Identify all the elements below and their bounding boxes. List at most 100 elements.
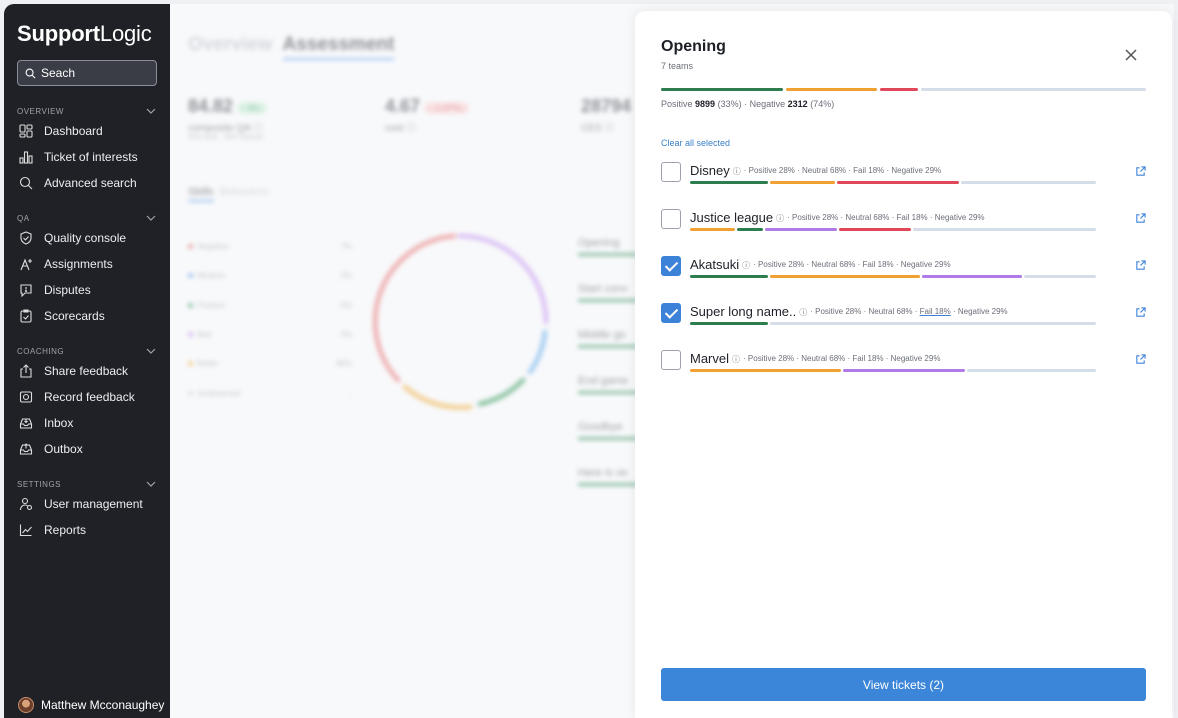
team-checkbox[interactable] — [661, 350, 681, 370]
sidebar-item-dashboard[interactable]: Dashboard — [4, 118, 170, 144]
view-tickets-button[interactable]: View tickets (2) — [661, 668, 1146, 701]
chevron-down-icon — [146, 108, 156, 114]
skill-subtabs: Skills Behaviors — [188, 186, 269, 202]
team-stats: · Positive 28% · Neutral 68% · Fail 18% … — [743, 354, 941, 363]
opening-panel: Opening 7 teams Positive 9899 (33%) · Ne… — [635, 11, 1172, 718]
reports-icon — [18, 522, 34, 538]
chevron-down-icon — [146, 215, 156, 221]
team-row: Marvel ⓘ · Positive 28% · Neutral 68% · Fa… — [661, 350, 1146, 380]
team-breakdown-bar — [690, 275, 1096, 278]
page-tabs: Overview Assessment — [188, 34, 395, 60]
chevron-down-icon — [146, 348, 156, 354]
sidebar-item-outbox[interactable]: Outbox — [4, 436, 170, 462]
legend-item: Better 86% — [188, 359, 352, 368]
brand-logo: SupportLogic — [17, 21, 152, 46]
section-header[interactable]: QA — [4, 211, 170, 225]
section-header[interactable]: COACHING — [4, 344, 170, 358]
legend-item: Unobserved - — [188, 389, 352, 398]
external-link-icon[interactable] — [1135, 213, 1146, 224]
camera-icon — [18, 389, 34, 405]
sidebar: SupportLogic Seach OVERVIEW Dashboard Ti… — [4, 4, 170, 718]
sidebar-item-disputes[interactable]: Disputes — [4, 277, 170, 303]
outbox-icon — [18, 441, 34, 457]
close-icon[interactable] — [1124, 48, 1138, 62]
info-icon[interactable]: ⓘ — [732, 354, 740, 365]
search-icon — [18, 175, 34, 191]
team-row: Akatsuki ⓘ · Positive 28% · Neutral 68% · … — [661, 256, 1146, 286]
team-breakdown-bar — [690, 322, 1096, 325]
team-name: Super long name.. — [690, 304, 797, 319]
fail-link[interactable]: Fail 18% — [920, 307, 951, 316]
sidebar-item-ticket-of-interests[interactable]: Ticket of interests — [4, 144, 170, 170]
chart-icon — [18, 149, 34, 165]
external-link-icon[interactable] — [1135, 354, 1146, 365]
shield-check-icon — [18, 230, 34, 246]
dashboard-icon — [18, 123, 34, 139]
user-profile[interactable]: Matthew Mcconaughey — [18, 697, 164, 713]
legend-item: Positive 5% — [188, 301, 352, 310]
team-checkbox[interactable] — [661, 162, 681, 182]
info-icon[interactable]: ⓘ — [733, 166, 741, 177]
tab-skills[interactable]: Skills — [188, 186, 214, 202]
panel-title: Opening — [661, 38, 726, 55]
chevron-down-icon — [146, 481, 156, 487]
info-icon[interactable]: ⓘ — [799, 307, 807, 318]
sidebar-section-overview: OVERVIEW Dashboard Ticket of interests A… — [4, 104, 170, 196]
legend-item: Bad 3% — [188, 330, 352, 339]
summary-bar — [661, 88, 1146, 91]
team-name: Justice league — [690, 210, 774, 225]
scorecard-icon — [18, 308, 34, 324]
external-link-icon[interactable] — [1135, 307, 1146, 318]
team-breakdown-bar — [690, 228, 1096, 231]
sidebar-item-share-feedback[interactable]: Share feedback — [4, 358, 170, 384]
tab-overview[interactable]: Overview — [188, 34, 273, 55]
team-row: Super long name.. ⓘ · Positive 28% · Neutr… — [661, 303, 1146, 333]
tab-assessment[interactable]: Assessment — [282, 34, 395, 60]
metric-ces: 28794 CES ⓘ — [581, 96, 632, 134]
sidebar-item-assignments[interactable]: Assignments — [4, 251, 170, 277]
info-icon[interactable]: ⓘ — [776, 213, 784, 224]
tab-behaviors[interactable]: Behaviors — [220, 186, 269, 198]
inbox-icon — [18, 415, 34, 431]
sidebar-item-scorecards[interactable]: Scorecards — [4, 303, 170, 329]
team-breakdown-bar — [690, 181, 1096, 184]
sidebar-item-record-feedback[interactable]: Record feedback — [4, 384, 170, 410]
sidebar-item-user-management[interactable]: User management — [4, 491, 170, 517]
metric-cost: 4.67 ↓ 2.37%↓ cost ⓘ — [385, 96, 470, 134]
team-stats: · Positive 28% · Neutral 68% · Fail 18% … — [787, 213, 985, 222]
search-icon — [25, 68, 36, 78]
avatar — [18, 697, 34, 713]
section-header[interactable]: SETTINGS — [4, 477, 170, 491]
legend-item: Negative 7% — [188, 242, 352, 251]
team-stats: · Positive 28% · Neutral 68% · Fail 18% … — [753, 260, 951, 269]
team-checkbox[interactable] — [661, 209, 681, 229]
section-header[interactable]: OVERVIEW — [4, 104, 170, 118]
legend-item: Medium 2% — [188, 271, 352, 280]
info-icon[interactable]: ⓘ — [742, 260, 750, 271]
team-breakdown-bar — [690, 369, 1096, 372]
clear-all-link[interactable]: Clear all selected — [661, 138, 730, 148]
team-row: Disney ⓘ · Positive 28% · Neutral 68% · Fa… — [661, 162, 1146, 192]
dispute-icon — [18, 282, 34, 298]
team-stats: · Positive 28% · Neutral 68% · Fail 18% … — [810, 307, 1008, 316]
sidebar-section-settings: SETTINGS User management Reports — [4, 477, 170, 543]
team-row: Justice league ⓘ · Positive 28% · Neutral … — [661, 209, 1146, 239]
search-input[interactable]: Seach — [17, 60, 157, 86]
user-settings-icon — [18, 496, 34, 512]
external-link-icon[interactable] — [1135, 166, 1146, 177]
share-icon — [18, 363, 34, 379]
sidebar-item-reports[interactable]: Reports — [4, 517, 170, 543]
team-name: Disney — [690, 163, 730, 178]
sidebar-item-inbox[interactable]: Inbox — [4, 410, 170, 436]
search-placeholder: Seach — [41, 66, 76, 80]
team-checkbox[interactable] — [661, 256, 681, 276]
sidebar-item-quality-console[interactable]: Quality console — [4, 225, 170, 251]
team-name: Akatsuki — [690, 257, 740, 272]
panel-subtitle: 7 teams — [661, 61, 694, 71]
sidebar-item-advanced-search[interactable]: Advanced search — [4, 170, 170, 196]
assignment-icon — [18, 256, 34, 272]
team-name: Marvel — [690, 351, 730, 366]
team-checkbox[interactable] — [661, 303, 681, 323]
user-name: Matthew Mcconaughey — [41, 698, 165, 712]
external-link-icon[interactable] — [1135, 260, 1146, 271]
